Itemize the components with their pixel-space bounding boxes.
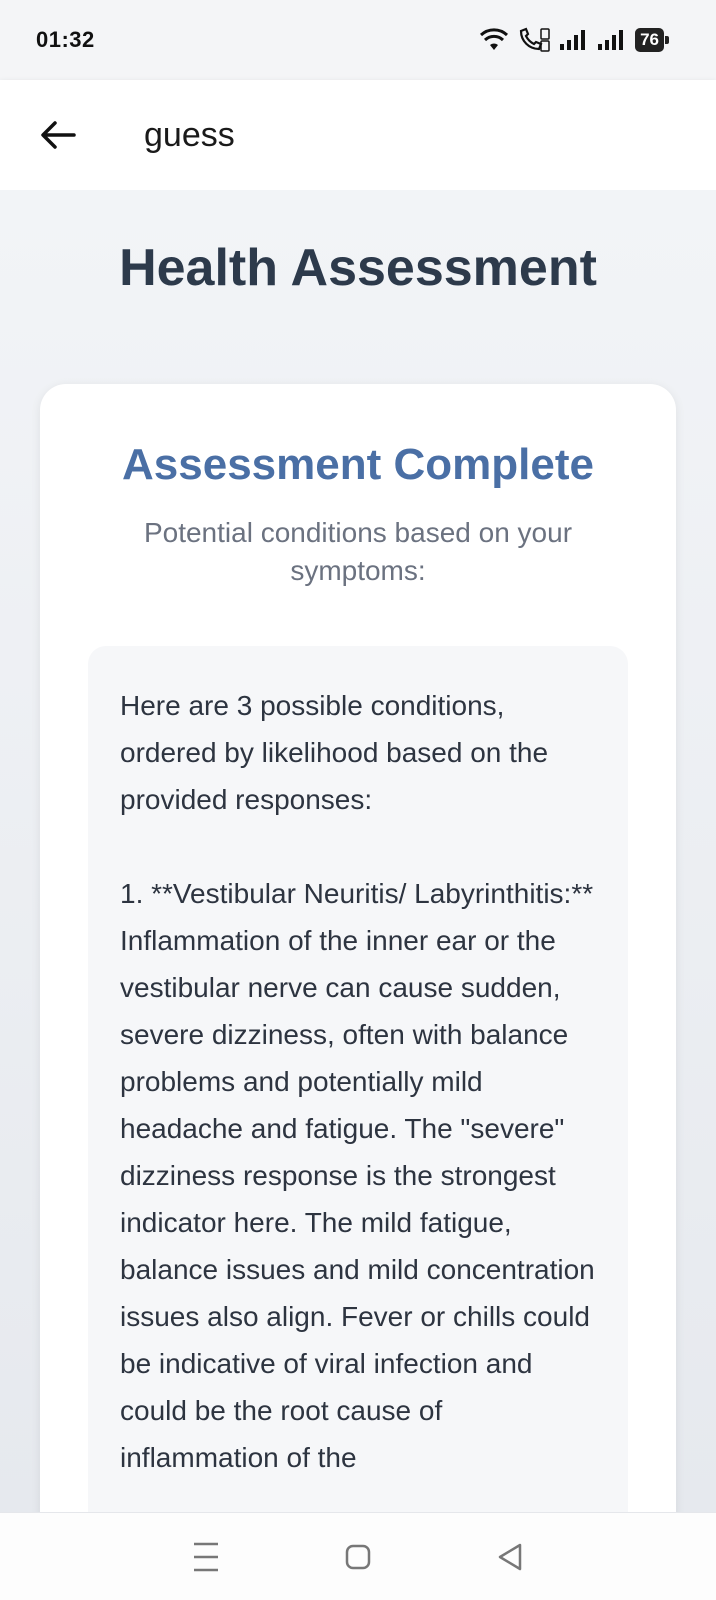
back-icon <box>498 1543 522 1570</box>
app-bar-title: guess <box>144 115 235 154</box>
app-bar: guess <box>0 80 716 190</box>
result-box: Here are 3 possible conditions, ordered … <box>88 646 628 1512</box>
page-title: Health Assessment <box>119 239 597 297</box>
home-button[interactable] <box>328 1527 388 1587</box>
menu-icon <box>194 1542 218 1571</box>
signal-icon <box>560 30 586 50</box>
status-time: 01:32 <box>36 27 95 52</box>
wifi-icon <box>480 28 509 50</box>
status-bar: 01:32 76 <box>0 0 716 80</box>
system-back-button[interactable] <box>480 1527 540 1587</box>
card-title: Assessment Complete <box>122 440 594 489</box>
result-text: Here are 3 possible conditions, ordered … <box>120 690 595 1473</box>
signal-icon <box>598 30 624 50</box>
assessment-card: Assessment Complete Potential conditions… <box>40 384 676 1512</box>
system-nav-bar <box>0 1512 716 1600</box>
arrow-left-icon <box>41 121 76 149</box>
back-button[interactable] <box>28 105 88 165</box>
status-icons: 76 <box>479 27 669 53</box>
recents-button[interactable] <box>176 1527 236 1587</box>
home-icon <box>345 1544 371 1569</box>
card-subtitle: Potential conditions based on your sympt… <box>143 517 573 586</box>
main-content[interactable]: Health Assessment Assessment Complete Po… <box>0 190 716 1512</box>
battery-icon: 76 <box>635 28 669 52</box>
wifi-calling-icon <box>519 27 550 52</box>
